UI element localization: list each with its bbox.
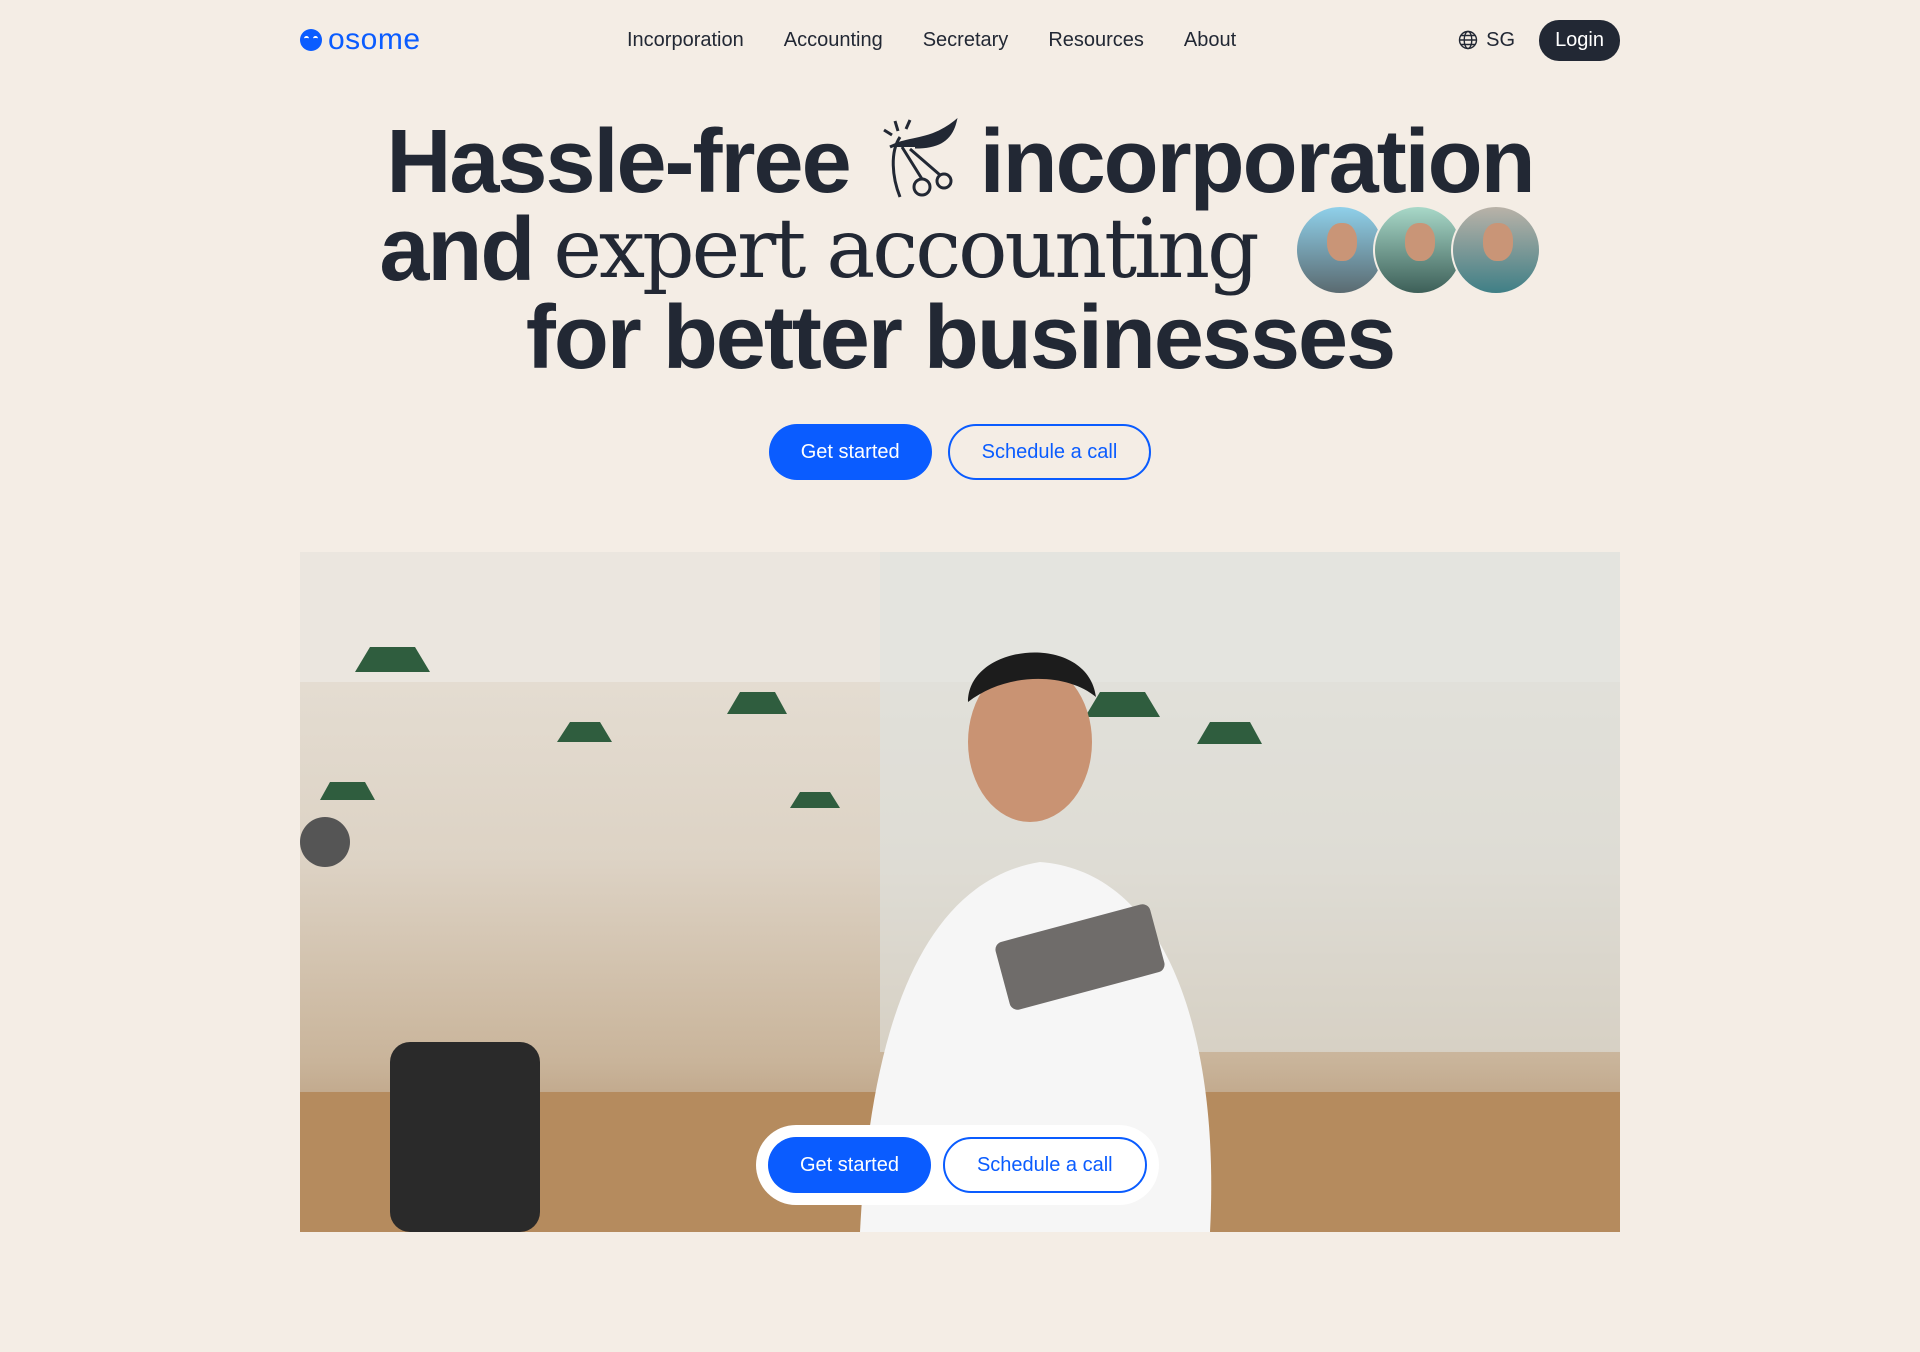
nav-about[interactable]: About [1184,29,1236,52]
main-menu: Incorporation Accounting Secretary Resou… [627,29,1236,52]
nav-right: SG Login [1458,19,1620,61]
hero-cta: Get started Schedule a call [0,424,1920,480]
nav-secretary[interactable]: Secretary [923,29,1009,52]
headline-serif-text: expert accounting [553,202,1259,297]
login-button[interactable]: Login [1539,19,1620,61]
globe-icon [1458,30,1478,50]
top-nav: osome Incorporation Accounting Secretary… [300,0,1620,80]
floating-get-started-button[interactable]: Get started [768,1137,931,1193]
expert-avatars [1294,205,1541,295]
floating-schedule-call-button[interactable]: Schedule a call [942,1137,1147,1193]
avatar [1372,205,1463,295]
avatar [1450,205,1541,295]
logo-icon [300,29,322,51]
nav-accounting[interactable]: Accounting [784,29,883,52]
logo-text: osome [328,23,421,56]
logo[interactable]: osome [300,23,421,57]
get-started-button[interactable]: Get started [768,424,932,480]
region-label: SG [1486,28,1516,51]
avatar [1294,205,1385,295]
headline-text: for better businesses [525,288,1396,388]
floating-cta: Get started Schedule a call [756,1125,1159,1205]
schedule-call-button[interactable]: Schedule a call [947,424,1152,480]
ribbon-scissors-icon [882,118,958,198]
headline-text: incorporation [979,112,1536,212]
nav-incorporation[interactable]: Incorporation [627,29,744,52]
region-selector[interactable]: SG [1458,29,1515,52]
hero-headline: Hassle-free incorporation and expert acc… [0,112,1920,388]
nav-resources[interactable]: Resources [1048,29,1144,52]
headline-text: and [379,200,535,300]
headline-text: Hassle-free [386,112,851,212]
